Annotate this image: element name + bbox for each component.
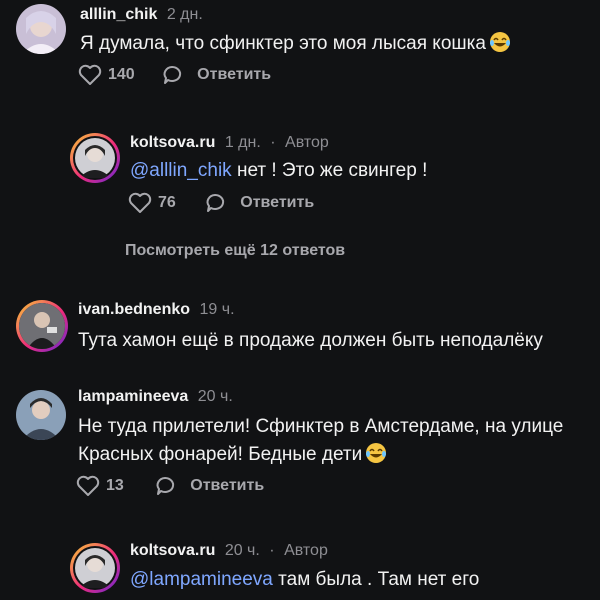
speech-bubble-icon	[156, 476, 175, 495]
comment-text: @alllin_chik нет ! Это же свингер !	[130, 157, 600, 185]
reply-label: Ответить	[240, 194, 315, 211]
username[interactable]: ivan.bednenko	[78, 301, 190, 318]
timestamp: 20 ч.	[224, 542, 260, 559]
comment-body: там была . Там нет его	[272, 569, 480, 590]
heart-outline-icon	[76, 475, 100, 496]
avatar[interactable]	[16, 390, 66, 440]
like-count: 76	[158, 194, 176, 211]
comment-text: Я думала, что сфинктер это моя лысая кош…	[80, 30, 580, 58]
speech-bubble-icon	[163, 65, 182, 84]
laughing-tears-emoji-icon	[489, 32, 510, 52]
separator-dot: ·	[269, 542, 275, 559]
avatar[interactable]	[16, 300, 68, 352]
mention-link[interactable]: @alllin_chik	[130, 160, 232, 181]
reply-label: Ответить	[197, 66, 272, 83]
username[interactable]: koltsova.ru	[130, 134, 215, 151]
timestamp: 2 дн.	[166, 6, 203, 23]
separator-dot: ·	[270, 134, 276, 151]
author-badge: Автор	[285, 134, 329, 151]
like-count: 140	[108, 66, 135, 83]
author-badge: Автор	[284, 542, 328, 559]
comment-body: Не туда прилетели! Сфинктер в Амстердаме…	[78, 416, 564, 465]
avatar[interactable]	[70, 133, 120, 183]
timestamp: 19 ч.	[199, 301, 235, 318]
heart-outline-icon	[78, 64, 102, 85]
mention-link[interactable]: @lampamineeva	[130, 569, 273, 590]
laughing-tears-emoji-icon	[366, 443, 387, 463]
username[interactable]: koltsova.ru	[130, 542, 215, 559]
like-button[interactable]: 76	[128, 192, 176, 214]
comment-body: Тута хамон ещё в продаже должен быть неп…	[78, 330, 543, 351]
comment-text: Не туда прилетели! Сфинктер в Амстердаме…	[78, 413, 583, 469]
timestamp: 20 ч.	[197, 388, 233, 405]
avatar[interactable]	[16, 4, 66, 54]
like-count: 13	[106, 477, 124, 494]
username[interactable]: lampamineeva	[78, 388, 188, 405]
reply-button[interactable]: Ответить	[154, 475, 264, 497]
comment-body: Я думала, что сфинктер это моя лысая кош…	[80, 33, 486, 54]
like-button[interactable]: 13	[76, 475, 124, 497]
timestamp: 1 дн.	[224, 134, 261, 151]
view-more-replies-button[interactable]: Посмотреть ещё 12 ответов	[125, 242, 345, 260]
reply-button[interactable]: Ответить	[161, 64, 271, 86]
comment-body: нет ! Это же свингер !	[231, 160, 428, 181]
comment-text: @lampamineeva там была . Там нет его	[130, 566, 600, 594]
avatar[interactable]	[70, 543, 120, 593]
speech-bubble-icon	[206, 193, 225, 212]
reply-label: Ответить	[190, 477, 265, 494]
reply-button[interactable]: Ответить	[204, 192, 314, 214]
heart-outline-icon	[128, 192, 152, 213]
username[interactable]: alllin_chik	[80, 6, 157, 23]
like-button[interactable]: 140	[78, 64, 135, 86]
